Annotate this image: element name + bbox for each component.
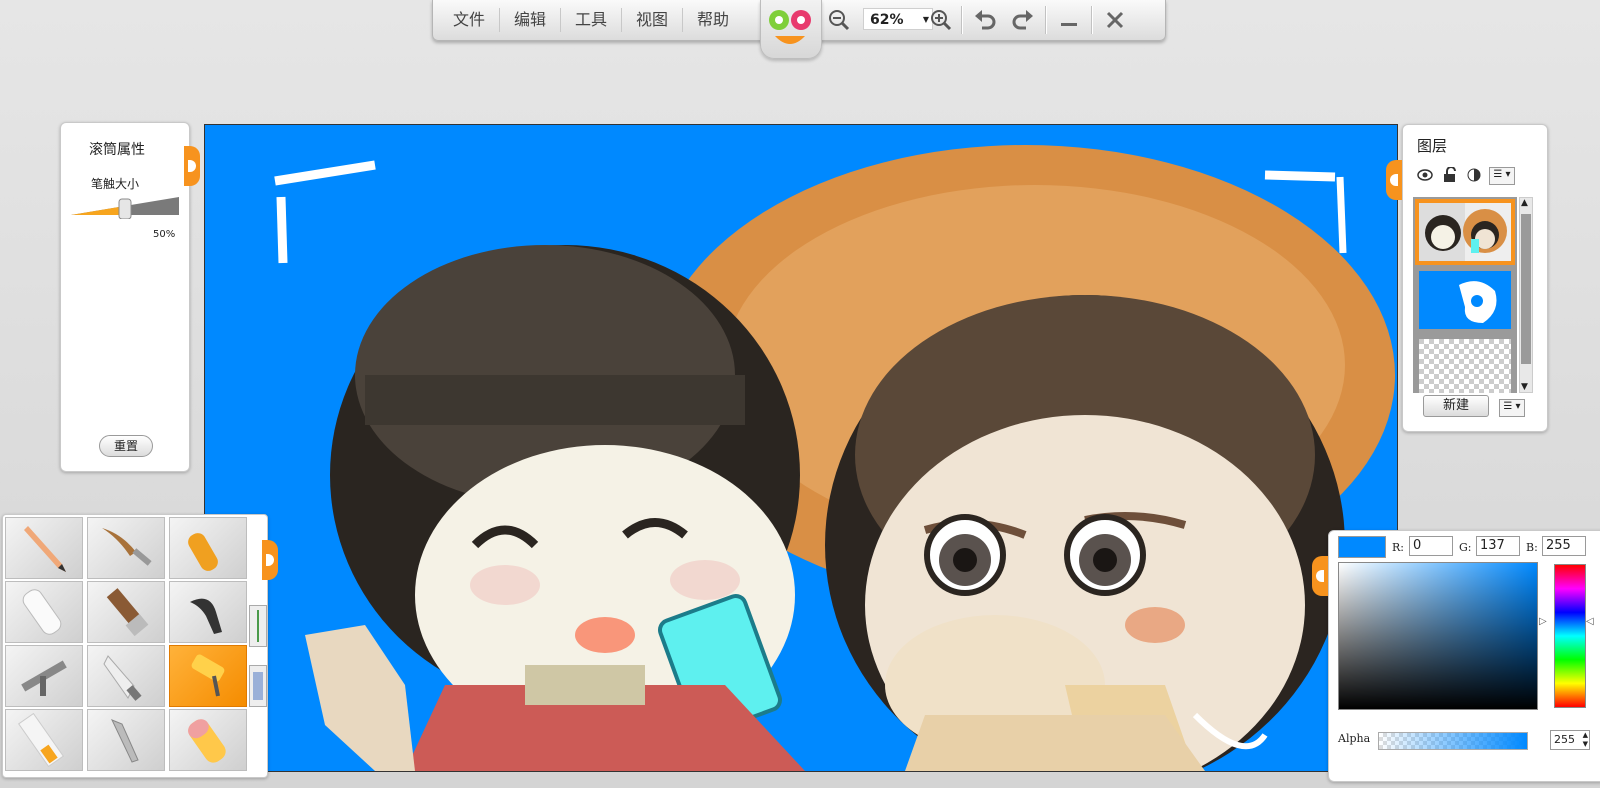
palette-knife-icon: [103, 655, 142, 701]
redo-icon: [1012, 10, 1033, 30]
minimize-button[interactable]: [1053, 6, 1085, 34]
redo-button[interactable]: [1007, 6, 1039, 34]
hue-arrow-icon[interactable]: ◁: [1586, 616, 1594, 627]
close-button[interactable]: [1099, 6, 1131, 34]
red-input[interactable]: 0: [1409, 536, 1453, 556]
drawing-canvas[interactable]: [204, 124, 1398, 772]
layer-item[interactable]: [1415, 267, 1515, 333]
brush-size-slider[interactable]: [69, 193, 181, 219]
undo-icon: [975, 10, 996, 30]
undo-button[interactable]: [969, 6, 1001, 34]
tool-category-tab[interactable]: [249, 605, 267, 647]
panel-title: 滚筒属性: [89, 142, 145, 158]
brush-properties-panel: 滚筒属性 笔触大小 50% 重置: [60, 122, 190, 472]
layers-panel-toggle-tab[interactable]: [1386, 160, 1402, 200]
tool-roller-selected[interactable]: [169, 645, 247, 707]
picker-arrow-icon: ▷: [1539, 616, 1547, 627]
spinner-icon[interactable]: ▲ ▼: [1583, 731, 1588, 749]
bamboo-icon: [257, 610, 259, 642]
menu-view[interactable]: 视图: [622, 8, 683, 32]
green-input[interactable]: 137: [1476, 536, 1520, 556]
layer-options-menu[interactable]: ☰ ▾: [1489, 167, 1515, 185]
palette-icon: [253, 672, 263, 700]
airbrush-icon: [21, 660, 67, 696]
brush-panel-toggle-tab[interactable]: [184, 146, 200, 186]
layers-panel: 图层 ☰ ▾ ▲ ▼ 新建 ☰ ▾: [1402, 124, 1548, 432]
app-logo-icon: [769, 10, 811, 44]
tools-panel-toggle-tab[interactable]: [262, 540, 278, 580]
crayon-icon: [188, 533, 218, 571]
chevron-down-icon[interactable]: ▼: [1521, 382, 1528, 392]
zoom-out-icon: [829, 10, 850, 31]
scrollbar-thumb[interactable]: [1521, 214, 1531, 364]
tool-crayon[interactable]: [169, 517, 247, 579]
tool-palette-knife[interactable]: [87, 645, 165, 707]
alpha-value: 255: [1554, 733, 1575, 746]
alpha-input[interactable]: 255 ▲ ▼: [1550, 730, 1590, 750]
brush-size-value: 50%: [153, 229, 176, 240]
layer-item[interactable]: [1415, 335, 1515, 393]
zoom-in-button[interactable]: [925, 6, 957, 34]
menu-icon: ☰ ▾: [1493, 169, 1511, 180]
alpha-label: Alpha: [1338, 732, 1371, 745]
blue-label: B:: [1526, 541, 1538, 554]
current-color-swatch: [1338, 536, 1386, 558]
tool-smudge[interactable]: [87, 709, 165, 771]
brush-icon: [102, 528, 152, 566]
zoom-level-select[interactable]: 62% ▼: [863, 8, 933, 30]
saturation-value-picker[interactable]: [1338, 562, 1538, 710]
roller-icon: [191, 654, 225, 697]
tool-pastel[interactable]: [169, 709, 247, 771]
brush-size-label: 笔触大小: [91, 177, 140, 191]
tool-marker[interactable]: [5, 709, 83, 771]
smudge-icon: [110, 719, 139, 763]
new-layer-button[interactable]: 新建: [1423, 395, 1489, 417]
red-label: R:: [1392, 541, 1404, 554]
menu-edit[interactable]: 编辑: [500, 8, 561, 32]
zoom-in-icon: [931, 10, 952, 31]
layer-thumbnail: [1419, 203, 1511, 261]
pastel-icon: [188, 719, 226, 763]
eye-icon[interactable]: [1417, 169, 1433, 181]
layer-thumbnail: [1419, 339, 1511, 393]
tool-category-tab[interactable]: [249, 665, 267, 707]
hue-slider[interactable]: [1554, 564, 1586, 708]
tool-flat-brush[interactable]: [87, 581, 165, 643]
tool-ink-brush[interactable]: [169, 581, 247, 643]
menu-icon: ☰ ▾: [1503, 401, 1521, 412]
alpha-slider[interactable]: [1378, 732, 1528, 750]
ink-brush-icon: [190, 598, 222, 634]
tool-pencil[interactable]: [5, 517, 83, 579]
close-icon: [1106, 11, 1124, 29]
canvas-artwork: [274, 145, 1395, 771]
layer-scrollbar[interactable]: ▲ ▼: [1519, 197, 1533, 393]
layers-panel-title: 图层: [1417, 137, 1448, 155]
layer-list: [1413, 197, 1517, 393]
lock-icon[interactable]: [1443, 167, 1457, 183]
eraser-icon: [22, 589, 62, 635]
tool-brush[interactable]: [87, 517, 165, 579]
zoom-out-button[interactable]: [823, 6, 855, 34]
green-label: G:: [1459, 541, 1472, 554]
contrast-icon[interactable]: [1467, 168, 1481, 182]
pencil-icon: [24, 526, 66, 572]
layer-thumbnail: [1419, 271, 1511, 329]
tools-panel: [2, 514, 268, 778]
tool-eraser[interactable]: [5, 581, 83, 643]
flat-brush-icon: [106, 588, 149, 637]
layer-item-selected[interactable]: [1415, 199, 1515, 265]
marker-icon: [18, 712, 64, 768]
tool-airbrush[interactable]: [5, 645, 83, 707]
zoom-level-value: 62%: [870, 12, 904, 28]
blue-input[interactable]: 255: [1542, 536, 1586, 556]
menu-tools[interactable]: 工具: [561, 8, 622, 32]
app-logo: [760, 0, 822, 59]
menu-help[interactable]: 帮助: [683, 8, 743, 32]
reset-button[interactable]: 重置: [99, 435, 153, 457]
minimize-icon: [1061, 23, 1077, 26]
chevron-up-icon[interactable]: ▲: [1521, 198, 1528, 208]
layer-list-menu[interactable]: ☰ ▾: [1499, 399, 1525, 417]
menu-file[interactable]: 文件: [439, 8, 500, 32]
color-panel-toggle-tab[interactable]: [1312, 556, 1328, 596]
